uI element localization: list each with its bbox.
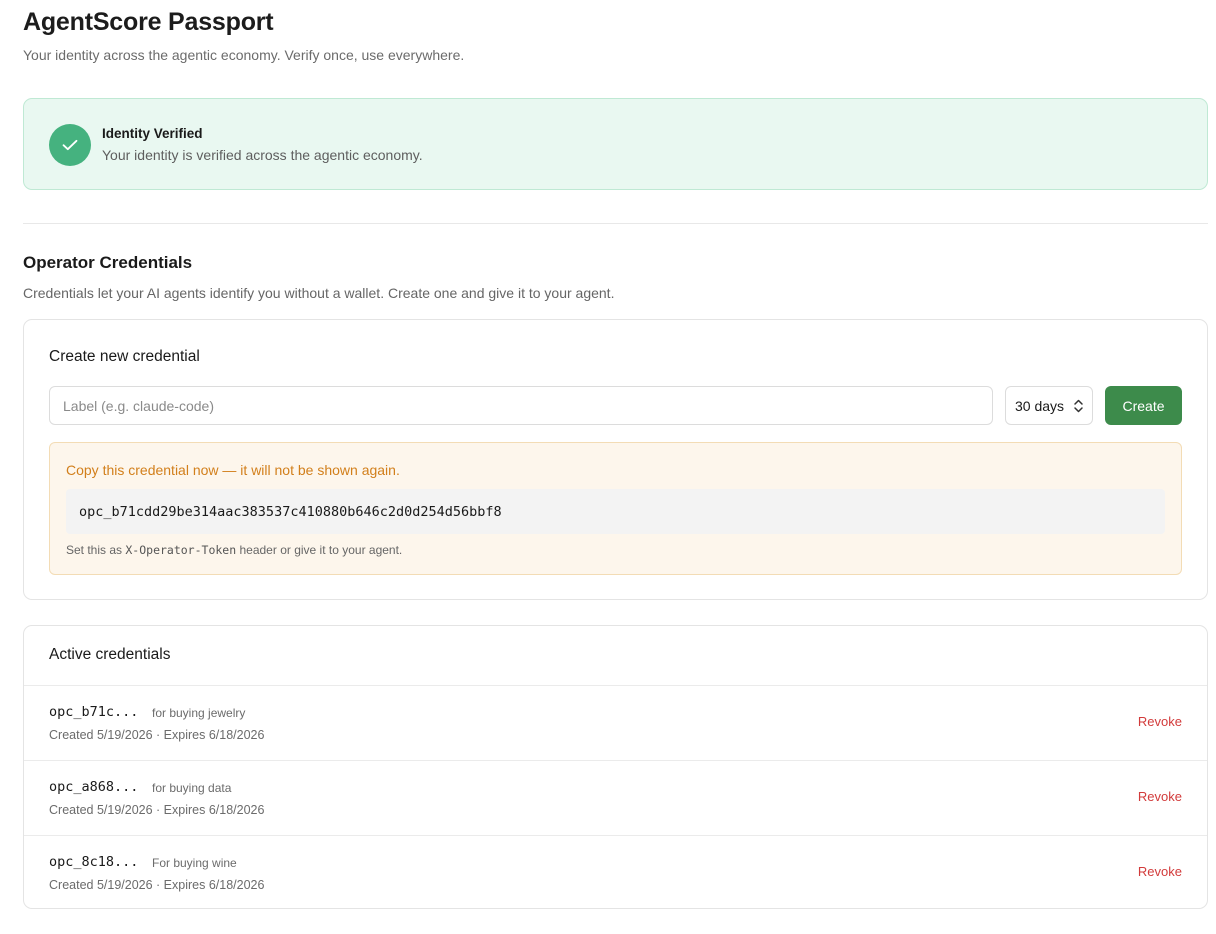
section-divider xyxy=(23,223,1208,224)
credential-id: opc_b71c... xyxy=(49,704,139,720)
operator-credentials-description: Credentials let your AI agents identify … xyxy=(23,285,615,301)
credential-dates: Created 5/19/2026 · Expires 6/18/2026 xyxy=(49,803,265,817)
verified-description: Your identity is verified across the age… xyxy=(102,147,423,163)
chevron-up-down-icon xyxy=(1074,399,1083,413)
passport-page: AgentScore Passport Your identity across… xyxy=(0,0,1216,934)
create-button[interactable]: Create xyxy=(1105,386,1182,425)
revoke-button[interactable]: Revoke xyxy=(1138,789,1182,804)
credential-dates: Created 5/19/2026 · Expires 6/18/2026 xyxy=(49,728,265,742)
credential-label: for buying data xyxy=(152,781,232,795)
operator-credentials-title: Operator Credentials xyxy=(23,253,193,272)
new-credential-notice: Copy this credential now — it will not b… xyxy=(49,442,1182,575)
credential-id: opc_a868... xyxy=(49,779,139,795)
copy-warning: Copy this credential now — it will not b… xyxy=(66,462,400,478)
active-credentials-card: Active credentials opc_b71c... for buyin… xyxy=(23,625,1208,909)
check-icon xyxy=(49,124,91,166)
credential-row: opc_b71c... for buying jewelry Created 5… xyxy=(24,686,1207,761)
active-credentials-title: Active credentials xyxy=(49,646,171,663)
identity-verified-banner: Identity Verified Your identity is verif… xyxy=(23,98,1208,190)
header-name: X-Operator-Token xyxy=(125,543,237,557)
credential-token[interactable]: opc_b71cdd29be314aac383537c410880b646c2d… xyxy=(66,489,1165,534)
credential-row: opc_a868... for buying data Created 5/19… xyxy=(24,760,1207,835)
duration-select[interactable]: 30 days xyxy=(1005,386,1093,425)
credential-label-input[interactable] xyxy=(49,386,993,425)
credential-id: opc_8c18... xyxy=(49,854,139,870)
revoke-button[interactable]: Revoke xyxy=(1138,714,1182,729)
credential-dates: Created 5/19/2026 · Expires 6/18/2026 xyxy=(49,878,265,892)
create-credential-title: Create new credential xyxy=(49,348,200,365)
page-title: AgentScore Passport xyxy=(23,8,274,36)
revoke-button[interactable]: Revoke xyxy=(1138,864,1182,879)
credential-row: opc_8c18... For buying wine Created 5/19… xyxy=(24,835,1207,910)
credential-label: for buying jewelry xyxy=(152,706,246,720)
create-credential-card: Create new credential 30 days Create Cop… xyxy=(23,319,1208,600)
verified-title: Identity Verified xyxy=(102,126,203,141)
token-hint: Set this as X-Operator-Token header or g… xyxy=(66,543,403,557)
page-subtitle: Your identity across the agentic economy… xyxy=(23,47,465,63)
credential-label: For buying wine xyxy=(152,856,237,870)
duration-value: 30 days xyxy=(1015,397,1065,414)
